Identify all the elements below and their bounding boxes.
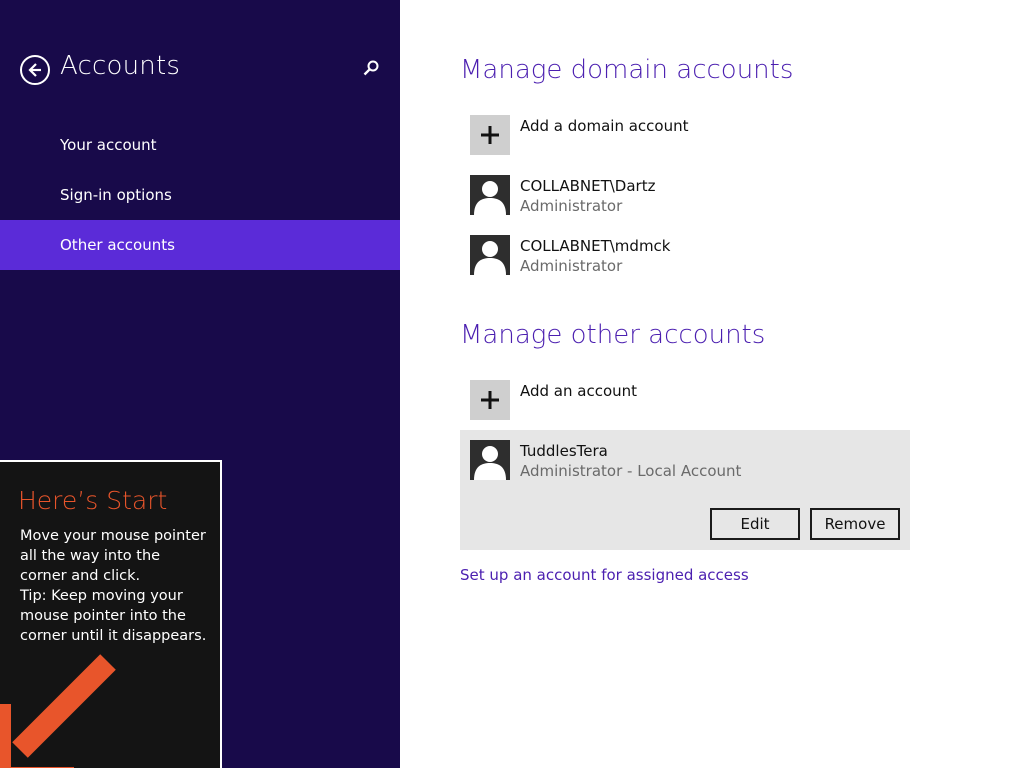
account-name[interactable]: COLLABNET\Dartz — [520, 177, 655, 195]
account-name[interactable]: TuddlesTera — [520, 442, 608, 460]
account-role: Administrator — [520, 197, 623, 215]
start-tip-popup: Here’s Start Move your mouse pointer all… — [0, 460, 222, 770]
remove-button[interactable]: Remove — [810, 508, 900, 540]
sidebar-item-label: Sign-in options — [60, 186, 172, 204]
assigned-access-link[interactable]: Set up an account for assigned access — [460, 566, 749, 584]
account-name[interactable]: COLLABNET\mdmck — [520, 237, 670, 255]
add-domain-account-button[interactable] — [470, 115, 510, 155]
search-button[interactable] — [361, 59, 381, 79]
domain-section-title: Manage domain accounts — [460, 55, 794, 85]
sidebar-item-label: Your account — [60, 136, 157, 154]
tip-text: Move your mouse pointer all the way into… — [20, 528, 207, 644]
plus-icon — [481, 391, 499, 409]
add-domain-account-label[interactable]: Add a domain account — [520, 117, 688, 135]
add-account-button[interactable] — [470, 380, 510, 420]
back-arrow-icon — [28, 63, 41, 77]
sidebar-item-sign-in-options[interactable]: Sign-in options — [0, 170, 400, 220]
sidebar-item-other-accounts[interactable]: Other accounts — [0, 220, 400, 270]
plus-icon — [481, 126, 499, 144]
sidebar-item-your-account[interactable]: Your account — [0, 120, 400, 170]
user-avatar-icon — [470, 235, 510, 275]
account-role: Administrator — [520, 257, 623, 275]
corner-arrow-icon — [0, 654, 116, 768]
sidebar-item-label: Other accounts — [60, 236, 175, 254]
add-account-label[interactable]: Add an account — [520, 382, 637, 400]
edit-button[interactable]: Edit — [710, 508, 800, 540]
user-avatar-icon — [470, 175, 510, 215]
search-icon — [363, 60, 379, 76]
tip-body: Move your mouse pointer all the way into… — [20, 526, 210, 646]
back-button[interactable] — [20, 55, 50, 85]
user-avatar-icon — [470, 440, 510, 480]
account-role: Administrator - Local Account — [520, 462, 742, 480]
sidebar-title: Accounts — [60, 51, 181, 81]
other-section-title: Manage other accounts — [460, 320, 766, 350]
tip-title: Here’s Start — [18, 486, 168, 515]
